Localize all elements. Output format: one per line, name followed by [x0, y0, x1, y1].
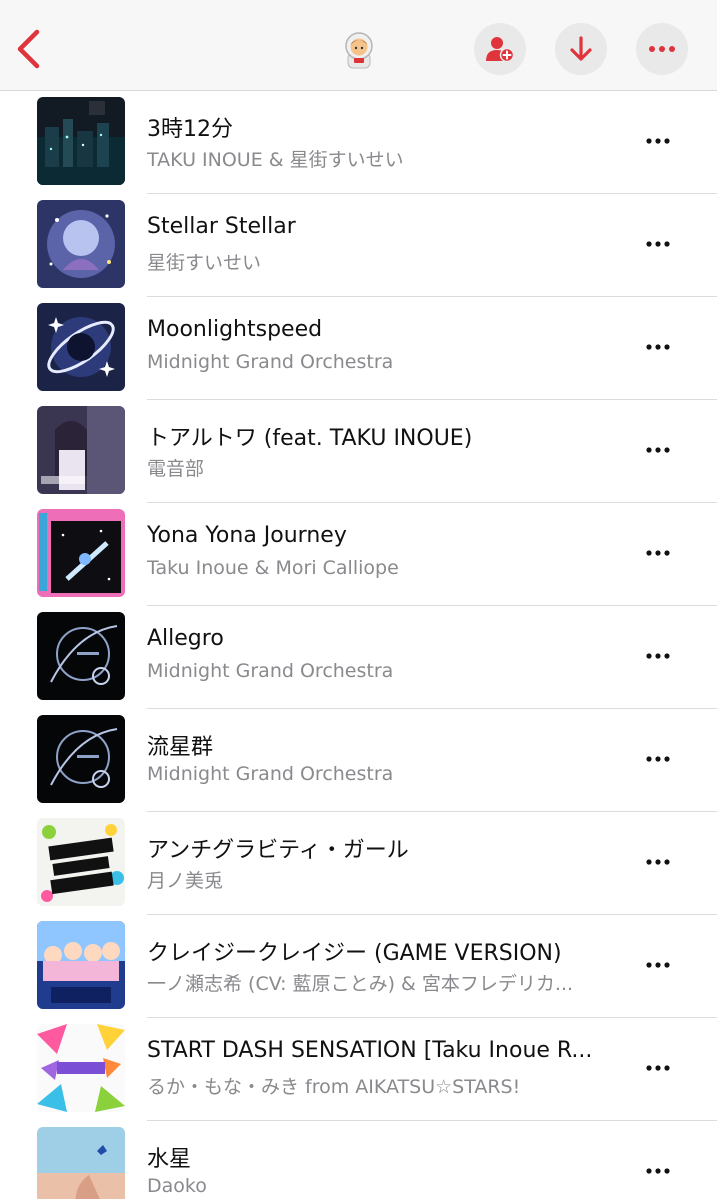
song-row[interactable]: Stellar Stellar 星街すいせい	[0, 194, 717, 297]
ellipsis-icon	[646, 962, 670, 968]
chevron-left-icon	[17, 29, 40, 69]
album-artwork	[37, 200, 125, 288]
more-options-button[interactable]	[636, 23, 688, 75]
ellipsis-icon	[646, 344, 670, 350]
album-artwork	[37, 406, 125, 494]
album-artwork	[37, 1127, 125, 1199]
album-artwork	[37, 921, 125, 1009]
song-more-button[interactable]	[636, 127, 680, 155]
song-row[interactable]: アンチグラビティ・ガール 月ノ美兎	[0, 812, 717, 915]
ellipsis-icon	[646, 1168, 670, 1174]
ellipsis-icon	[646, 653, 670, 659]
song-row[interactable]: 水星 Daoko	[0, 1121, 717, 1199]
song-more-button[interactable]	[636, 333, 680, 361]
song-more-button[interactable]	[636, 642, 680, 670]
ellipsis-icon	[646, 447, 670, 453]
song-more-button[interactable]	[636, 848, 680, 876]
song-row[interactable]: Yona Yona Journey Taku Inoue & Mori Call…	[0, 503, 717, 606]
song-more-button[interactable]	[636, 1157, 680, 1185]
song-title: クレイジークレイジー (GAME VERSION)	[147, 941, 562, 966]
ellipsis-icon	[646, 138, 670, 144]
song-more-button[interactable]	[636, 1054, 680, 1082]
song-artist: Midnight Grand Orchestra	[147, 763, 394, 785]
song-artist: Midnight Grand Orchestra	[147, 351, 394, 373]
song-more-button[interactable]	[636, 745, 680, 773]
ellipsis-icon	[649, 46, 675, 52]
song-row[interactable]: Moonlightspeed Midnight Grand Orchestra	[0, 297, 717, 400]
album-artwork	[37, 97, 125, 185]
album-artwork	[37, 715, 125, 803]
album-artwork	[37, 1024, 125, 1112]
album-artwork	[37, 509, 125, 597]
song-title: Yona Yona Journey	[147, 523, 347, 548]
song-row[interactable]: トアルトワ (feat. TAKU INOUE) 電音部	[0, 400, 717, 503]
song-title: アンチグラビティ・ガール	[147, 838, 409, 863]
song-list: 3時12分 TAKU INOUE & 星街すいせい Stellar Stella…	[0, 91, 717, 1199]
song-title: 水星	[147, 1147, 192, 1172]
song-more-button[interactable]	[636, 230, 680, 258]
song-artist: るか・もな・みき from AIKATSU☆STARS!	[147, 1076, 521, 1098]
astronaut-emoji	[338, 28, 380, 70]
song-row[interactable]: クレイジークレイジー (GAME VERSION) 一ノ瀬志希 (CV: 藍原こ…	[0, 915, 717, 1018]
song-more-button[interactable]	[636, 436, 680, 464]
nav-header	[0, 0, 717, 91]
person-plus-icon	[486, 37, 515, 63]
arrow-down-icon	[570, 36, 592, 61]
album-artwork	[37, 612, 125, 700]
song-artist: 一ノ瀬志希 (CV: 藍原ことみ) & 宮本フレデリカ...	[147, 973, 574, 995]
song-row[interactable]: 流星群 Midnight Grand Orchestra	[0, 709, 717, 812]
album-artwork	[37, 303, 125, 391]
song-title: 流星群	[147, 735, 214, 760]
album-artwork	[37, 818, 125, 906]
ellipsis-icon	[646, 756, 670, 762]
song-more-button[interactable]	[636, 539, 680, 567]
ellipsis-icon	[646, 1065, 670, 1071]
song-artist: TAKU INOUE & 星街すいせい	[147, 149, 404, 171]
song-artist: Daoko	[147, 1175, 207, 1197]
song-title: Moonlightspeed	[147, 317, 323, 342]
download-button[interactable]	[555, 23, 607, 75]
song-title: トアルトワ (feat. TAKU INOUE)	[147, 426, 473, 451]
back-button[interactable]	[10, 26, 50, 72]
song-artist: Taku Inoue & Mori Calliope	[147, 557, 399, 579]
ellipsis-icon	[646, 241, 670, 247]
song-artist: 月ノ美兎	[147, 870, 224, 892]
ellipsis-icon	[646, 550, 670, 556]
song-more-button[interactable]	[636, 951, 680, 979]
song-artist: 星街すいせい	[147, 252, 262, 274]
song-row[interactable]: START DASH SENSATION [Taku Inoue R... るか…	[0, 1018, 717, 1121]
song-title: Stellar Stellar	[147, 214, 296, 239]
song-artist: Midnight Grand Orchestra	[147, 660, 394, 682]
song-row[interactable]: 3時12分 TAKU INOUE & 星街すいせい	[0, 91, 717, 194]
song-title: 3時12分	[147, 117, 233, 142]
song-title: START DASH SENSATION [Taku Inoue R...	[147, 1038, 593, 1063]
song-row[interactable]: Allegro Midnight Grand Orchestra	[0, 606, 717, 709]
song-artist: 電音部	[147, 458, 205, 480]
add-user-button[interactable]	[474, 23, 526, 75]
song-title: Allegro	[147, 626, 224, 651]
ellipsis-icon	[646, 859, 670, 865]
